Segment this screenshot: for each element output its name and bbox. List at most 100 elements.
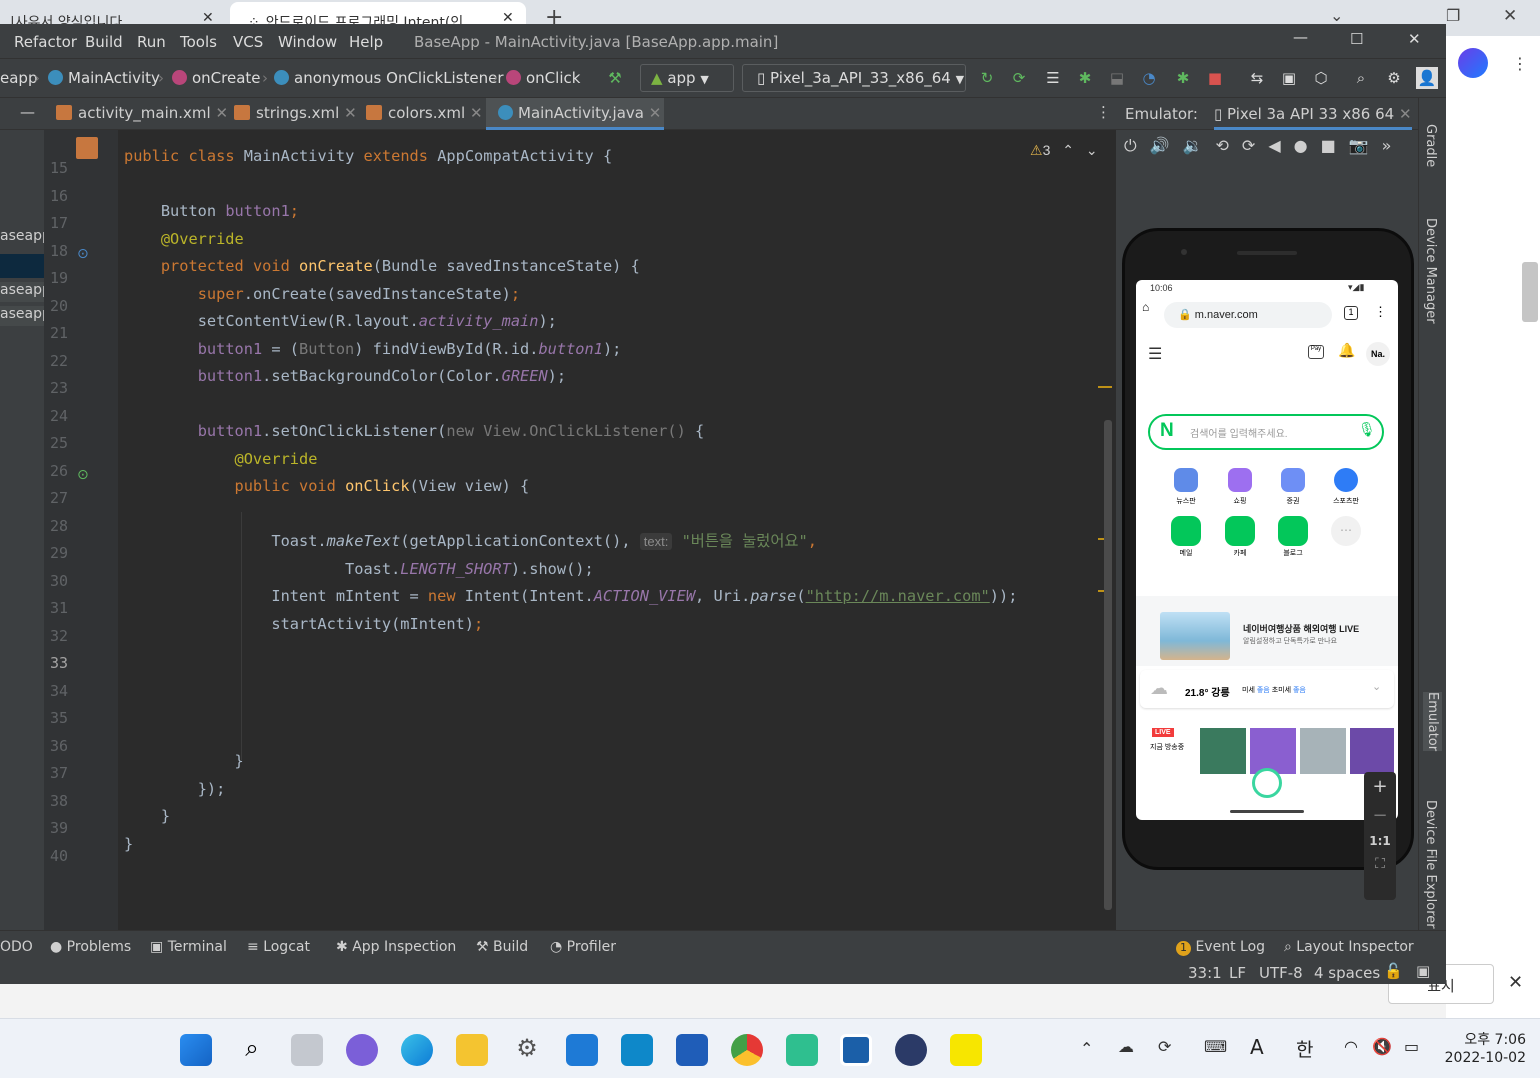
tab-emulator-device[interactable]: ▯ Pixel 3a API 33 x86 64 ✕	[1214, 98, 1412, 130]
rotate-left-icon[interactable]: ⟲	[1216, 136, 1242, 155]
problems-tab[interactable]: ● Problems	[50, 939, 131, 955]
notifications-icon[interactable]: ▣	[1416, 962, 1430, 980]
close-icon[interactable]: ✕	[215, 104, 228, 122]
live-thumbnail[interactable]	[1300, 728, 1346, 774]
coverage-icon[interactable]: ☰	[1042, 67, 1064, 89]
news-icon[interactable]	[1174, 468, 1198, 492]
layout-inspector-tab[interactable]: ⌕ Layout Inspector	[1284, 939, 1414, 955]
input-mode[interactable]: A	[1250, 1035, 1264, 1059]
search-input[interactable]: 검색어를 입력해주세요.	[1148, 414, 1384, 450]
search-icon[interactable]: ⌕	[1350, 67, 1372, 89]
tab-count-icon[interactable]: 1	[1344, 306, 1358, 320]
mute-icon[interactable]: 🔇	[1372, 1037, 1392, 1056]
more-icon[interactable]: ⋯	[1331, 516, 1361, 546]
profiler-tab[interactable]: ◔ Profiler	[550, 939, 616, 955]
input-language[interactable]: 한	[1296, 1035, 1313, 1062]
debug-icon[interactable]: ✱	[1074, 67, 1096, 89]
project-item[interactable]: aseapp	[0, 306, 51, 326]
close-icon[interactable]: ✕	[470, 104, 483, 122]
search-icon[interactable]: ⌕	[236, 1034, 268, 1066]
menu-help[interactable]: Help	[349, 33, 383, 51]
close-icon[interactable]: ✕	[649, 104, 662, 122]
todo-tab[interactable]: ODO	[0, 939, 33, 955]
account-icon[interactable]: 👤	[1416, 67, 1438, 89]
sync-icon[interactable]: ⇆	[1246, 67, 1268, 89]
zoom-actual-size[interactable]: 1:1	[1364, 826, 1396, 848]
pay-icon[interactable]: Pay	[1308, 345, 1324, 359]
menu-window[interactable]: Window	[278, 33, 337, 51]
chevron-up-icon[interactable]: ⌃	[1080, 1039, 1093, 1058]
code-editor[interactable]: public class MainActivity extends AppCom…	[118, 130, 1112, 950]
event-log-tab[interactable]: 1 Event Log	[1176, 939, 1265, 956]
word-icon[interactable]	[676, 1034, 708, 1066]
avatar[interactable]: Na.	[1366, 342, 1390, 366]
emulator-tab[interactable]: Emulator	[1423, 692, 1442, 752]
zoom-in-icon[interactable]: +	[1364, 772, 1396, 797]
menu-icon[interactable]: ⋮	[1512, 54, 1528, 73]
clock-date[interactable]: 2022-10-02	[1436, 1050, 1526, 1066]
close-icon[interactable]: ✕	[1399, 105, 1412, 123]
profile-icon[interactable]	[1458, 48, 1488, 78]
breadcrumb-anonymous[interactable]: anonymous OnClickListener	[274, 69, 504, 87]
zoom-out-icon[interactable]: −	[1364, 797, 1396, 826]
run-config-select[interactable]: ▲ app ▼	[640, 64, 734, 92]
green-dot-button[interactable]	[1252, 768, 1282, 798]
menu-build[interactable]: Build	[85, 33, 123, 51]
chrome-icon[interactable]	[731, 1034, 763, 1066]
rerun-icon[interactable]: ↻	[976, 67, 998, 89]
error-stripe-mark[interactable]	[1098, 386, 1112, 388]
tab-strings[interactable]: strings.xml ✕	[234, 98, 357, 130]
caret-position[interactable]: 33:1	[1188, 964, 1222, 982]
clock-time[interactable]: 오후 7:06	[1450, 1029, 1526, 1049]
attach-debugger-icon[interactable]: ⬓	[1106, 67, 1128, 89]
xml-file-icon[interactable]	[76, 137, 98, 159]
blog-icon[interactable]	[1278, 516, 1308, 546]
gesture-bar[interactable]	[1230, 810, 1304, 813]
warnings-indicator[interactable]: ⚠3 ⌃ ⌄	[1030, 142, 1098, 159]
breadcrumb-class[interactable]: MainActivity	[48, 69, 160, 87]
project-item[interactable]: aseapp	[0, 282, 51, 302]
hangul-icon[interactable]	[621, 1034, 653, 1066]
hammer-icon[interactable]: ⚒	[604, 67, 626, 89]
stop-icon[interactable]: ■	[1204, 67, 1226, 89]
mail-icon[interactable]	[566, 1034, 598, 1066]
device-file-explorer-tab[interactable]: Device File Explorer	[1423, 800, 1438, 929]
home-icon[interactable]: ⌂	[1142, 300, 1152, 314]
chevron-down-icon[interactable]: ⌄	[1330, 6, 1343, 25]
chevron-down-icon[interactable]: ⌄	[1086, 142, 1098, 158]
battery-icon[interactable]: ▭	[1404, 1037, 1419, 1056]
phone-screen[interactable]: 10:06 ▾◢▮ ⌂ 🔒 m.naver.com 1 ⋮ ☰ Pay 🔔 Na…	[1136, 280, 1398, 820]
more-icon[interactable]: ⋮	[1096, 103, 1111, 121]
live-thumbnail[interactable]	[1350, 728, 1394, 774]
rotate-right-icon[interactable]: ⟳	[1242, 136, 1268, 155]
restore-icon[interactable]: ❐	[1446, 6, 1460, 25]
scrollbar-thumb[interactable]	[1522, 262, 1538, 322]
cafe-icon[interactable]	[1225, 516, 1255, 546]
profile-icon[interactable]: ◔	[1138, 67, 1160, 89]
minimize-icon[interactable]: —	[1293, 28, 1308, 46]
overview-icon[interactable]: ■	[1321, 136, 1349, 155]
menu-vcs[interactable]: VCS	[233, 33, 263, 51]
apply-changes-icon[interactable]: ⟳	[1008, 67, 1030, 89]
menu-refactor[interactable]: Refactor	[14, 33, 77, 51]
shopping-icon[interactable]	[1228, 468, 1252, 492]
menu-run[interactable]: Run	[137, 33, 166, 51]
settings-icon[interactable]: ⚙	[511, 1034, 543, 1066]
override-icon[interactable]: ⊙	[77, 246, 89, 262]
implements-icon[interactable]: ⊙	[77, 467, 89, 483]
sync-icon[interactable]: ⟳	[1158, 1037, 1171, 1056]
edge-icon[interactable]	[401, 1034, 433, 1066]
close-icon[interactable]: ✕	[1508, 972, 1523, 993]
kakaotalk-icon[interactable]	[950, 1034, 982, 1066]
start-icon[interactable]	[180, 1034, 212, 1066]
device-manager-tab[interactable]: Device Manager	[1423, 218, 1438, 324]
attach-process-icon[interactable]: ✱	[1172, 67, 1194, 89]
breadcrumb-method[interactable]: onCreate	[172, 69, 261, 87]
line-separator[interactable]: LF	[1229, 964, 1246, 982]
breadcrumb-onclick[interactable]: onClick	[506, 69, 580, 87]
eclipse-icon[interactable]	[895, 1034, 927, 1066]
bell-icon[interactable]: 🔔	[1338, 342, 1355, 359]
stock-icon[interactable]	[1281, 468, 1305, 492]
chat-icon[interactable]	[346, 1034, 378, 1066]
vertical-scrollbar[interactable]	[1104, 420, 1112, 910]
